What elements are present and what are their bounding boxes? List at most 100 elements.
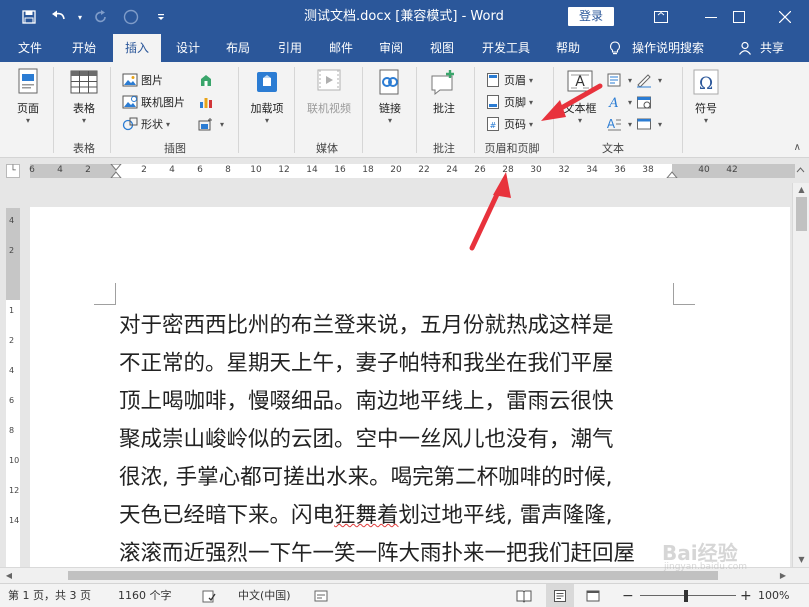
- table-button[interactable]: 表格 ▾: [64, 66, 104, 125]
- vruler-tick-label: 1: [9, 306, 15, 315]
- chart-icon: [198, 94, 214, 110]
- person-icon[interactable]: [738, 34, 752, 62]
- scroll-down-icon[interactable]: ▼: [793, 553, 809, 567]
- vruler-tick-label: 2: [9, 336, 15, 345]
- document-canvas[interactable]: 对于密西西比州的布兰登来说，五月份就热成这样是 不正常的。星期天上午，妻子帕特和…: [26, 183, 792, 567]
- object-button[interactable]: ▾: [636, 114, 662, 134]
- zoom-level[interactable]: 100%: [758, 584, 789, 607]
- addins-button[interactable]: 加载项 ▾: [247, 66, 287, 125]
- ribbon-display-options-icon[interactable]: [640, 0, 682, 34]
- zoom-slider-thumb[interactable]: [684, 590, 688, 602]
- split-handle[interactable]: [792, 159, 809, 183]
- screenshot-button[interactable]: ▾: [198, 114, 224, 134]
- vruler-tick-label: 6: [9, 396, 15, 405]
- tab-design[interactable]: 设计: [166, 34, 210, 62]
- zoom-in-icon[interactable]: +: [740, 584, 752, 607]
- tab-mailings[interactable]: 邮件: [319, 34, 363, 62]
- date-time-button[interactable]: [636, 92, 655, 112]
- vruler-tick-label: 10: [9, 456, 20, 465]
- maximize-icon[interactable]: [718, 0, 760, 34]
- shapes-button[interactable]: 形状 ▾: [122, 114, 170, 134]
- comment-button[interactable]: 批注: [423, 66, 465, 116]
- group-label-header-footer: 页眉和页脚: [484, 142, 540, 155]
- vertical-ruler[interactable]: 4 2 1 2 4 6 8 10 12 14: [6, 208, 20, 568]
- drop-cap-button[interactable]: A ▾: [606, 114, 632, 134]
- spelling-error[interactable]: 狂舞着: [334, 503, 399, 528]
- svg-text:Ω: Ω: [699, 74, 713, 94]
- wordart-button[interactable]: A ▾: [606, 92, 632, 112]
- scroll-up-icon[interactable]: ▲: [793, 183, 809, 197]
- web-layout-icon[interactable]: [586, 584, 600, 607]
- online-video-button[interactable]: 联机视频: [300, 66, 358, 116]
- tab-insert[interactable]: 插入: [113, 34, 161, 63]
- pages-button[interactable]: 页面 ▾: [8, 66, 48, 125]
- pages-icon: [12, 66, 44, 98]
- page-count[interactable]: 第 1 页，共 3 页: [8, 584, 91, 607]
- wordart-icon: A: [606, 94, 622, 111]
- save-icon[interactable]: [14, 0, 44, 34]
- quick-parts-button[interactable]: ▾: [606, 70, 632, 90]
- lightbulb-icon[interactable]: [609, 34, 621, 62]
- group-label-media: 媒体: [316, 142, 338, 155]
- signature-icon: [636, 72, 652, 88]
- status-bar: 第 1 页，共 3 页 1160 个字 中文(中国) − + 100%: [0, 583, 809, 607]
- page-number-button[interactable]: # 页码 ▾: [485, 114, 533, 134]
- document-body[interactable]: 对于密西西比州的布兰登来说，五月份就热成这样是 不正常的。星期天上午，妻子帕特和…: [119, 307, 679, 567]
- undo-dropdown-icon[interactable]: ▾: [74, 0, 86, 34]
- tab-view[interactable]: 视图: [420, 34, 464, 62]
- scroll-right-icon[interactable]: ▶: [776, 568, 790, 584]
- customize-qat-icon[interactable]: [146, 0, 176, 34]
- header-button[interactable]: 页眉 ▾: [485, 70, 533, 90]
- scroll-left-icon[interactable]: ◀: [2, 568, 16, 584]
- zoom-out-icon[interactable]: −: [622, 584, 634, 607]
- quick-access-toolbar: ▾: [0, 0, 176, 34]
- icons-button[interactable]: [198, 70, 217, 90]
- tab-help[interactable]: 帮助: [546, 34, 590, 62]
- symbol-button[interactable]: Ω 符号 ▾: [686, 66, 726, 125]
- vertical-scrollbar[interactable]: ▲ ▼: [792, 183, 809, 567]
- tab-references[interactable]: 引用: [268, 34, 312, 62]
- hscroll-thumb[interactable]: [68, 571, 718, 580]
- tab-file[interactable]: 文件: [8, 34, 52, 62]
- read-mode-icon[interactable]: [516, 584, 532, 607]
- word-count[interactable]: 1160 个字: [118, 584, 172, 607]
- signature-line-button[interactable]: ▾: [636, 70, 662, 90]
- footer-button[interactable]: 页脚 ▾: [485, 92, 533, 112]
- vruler-tick-label: 14: [9, 516, 20, 525]
- collapse-ribbon-icon[interactable]: ∧: [794, 142, 801, 153]
- vruler-tick-label: 4: [9, 366, 15, 375]
- close-icon[interactable]: [764, 0, 806, 34]
- text-line: 对于密西西比州的布兰登来说，五月份就热成这样是: [119, 313, 614, 338]
- tab-selector[interactable]: └: [6, 164, 20, 178]
- login-button[interactable]: 登录: [568, 7, 614, 26]
- comment-icon: [428, 66, 460, 98]
- chart-button[interactable]: [198, 92, 217, 112]
- tab-home[interactable]: 开始: [62, 34, 106, 62]
- links-button[interactable]: 链接 ▾: [370, 66, 410, 125]
- touch-mode-icon[interactable]: [116, 0, 146, 34]
- textbox-icon: A: [564, 66, 596, 98]
- online-picture-button[interactable]: 联机图片: [122, 92, 185, 112]
- picture-button[interactable]: 图片: [122, 70, 163, 90]
- tab-developer[interactable]: 开发工具: [475, 34, 537, 62]
- redo-icon[interactable]: [86, 0, 116, 34]
- undo-icon[interactable]: [44, 0, 74, 34]
- share-button[interactable]: 共享: [756, 34, 788, 62]
- text-line: 滚滚而近强烈一下午一笑一阵大雨扑来一把我们赶回屋: [119, 541, 636, 566]
- table-icon: [68, 66, 100, 98]
- tell-me-search[interactable]: 操作说明搜索: [632, 34, 716, 62]
- document-page[interactable]: 对于密西西比州的布兰登来说，五月份就热成这样是 不正常的。星期天上午，妻子帕特和…: [30, 207, 790, 567]
- textbox-button[interactable]: A 文本框 ▾: [558, 66, 602, 125]
- text-line: 不正常的。星期天上午，妻子帕特和我坐在我们平屋: [119, 351, 614, 376]
- macro-icon[interactable]: [314, 584, 328, 607]
- ribbon-tab-bar: 文件 开始 插入 设计 布局 引用 邮件 审阅 视图 开发工具 帮助 操作说明搜…: [0, 34, 809, 63]
- video-icon: [313, 66, 345, 98]
- tab-layout[interactable]: 布局: [216, 34, 260, 62]
- horizontal-ruler[interactable]: 6 4 2 2 4 6 8 10 12 14 16 18 20 22 24 26 28 30 32 34 36 38 40 4…: [29, 164, 795, 178]
- zoom-slider[interactable]: [640, 595, 736, 596]
- print-layout-icon[interactable]: [546, 584, 574, 607]
- tab-review[interactable]: 审阅: [369, 34, 413, 62]
- language-indicator[interactable]: 中文(中国): [238, 584, 291, 607]
- proofing-icon[interactable]: [202, 584, 216, 607]
- scroll-thumb[interactable]: [796, 197, 807, 231]
